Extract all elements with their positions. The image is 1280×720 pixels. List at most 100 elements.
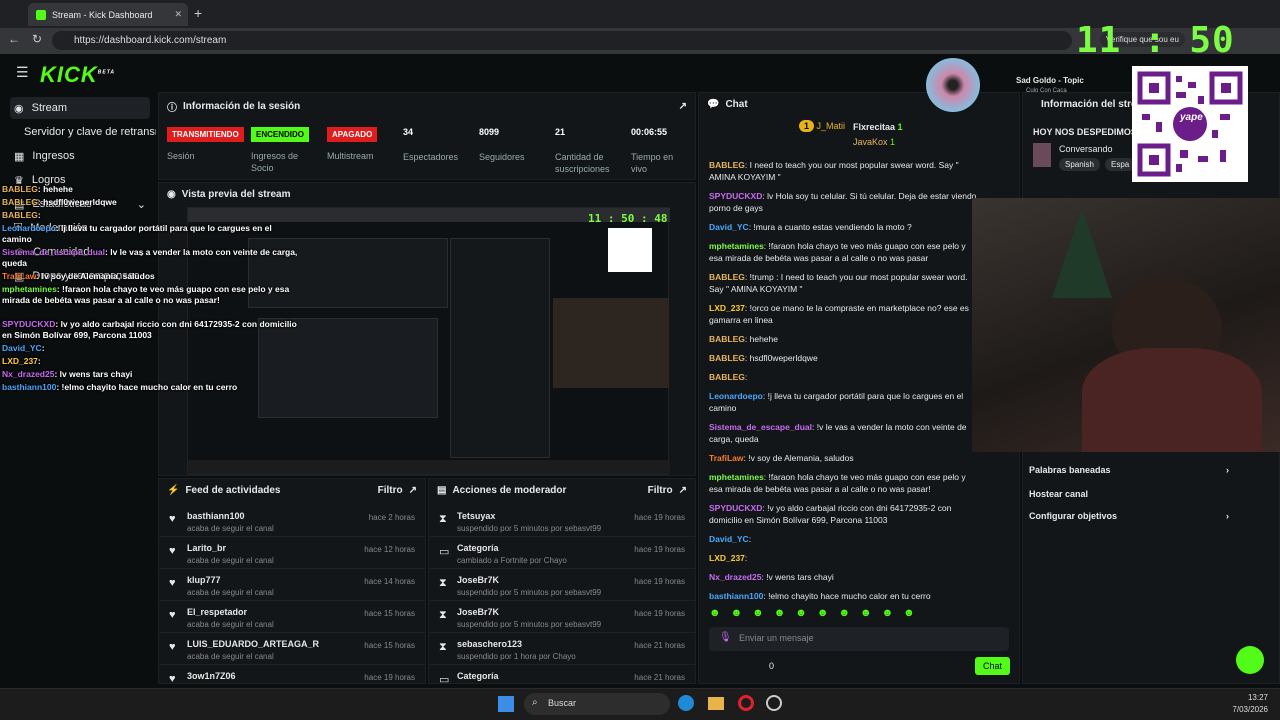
top-gifter-3: JavaKox 1 xyxy=(853,137,895,147)
sidebar-item-ingresos[interactable]: ▦ Ingresos xyxy=(10,145,150,167)
chat-username[interactable]: Sistema_de_escape_dual xyxy=(709,422,812,432)
close-tab-icon[interactable]: ✕ xyxy=(174,9,182,20)
heart-icon: ♥ xyxy=(169,545,176,557)
chat-text: !v soy de Alemania, saludos xyxy=(748,453,854,463)
menu-icon[interactable]: ☰ xyxy=(16,64,29,81)
chat-username[interactable]: LXD_237 xyxy=(709,303,745,313)
menu-host[interactable]: Hostear canal xyxy=(1029,489,1088,499)
uptime-value: 00:06:55 xyxy=(631,127,668,137)
chat-username[interactable]: BABLEG xyxy=(709,353,745,363)
mod-target[interactable]: Categoría xyxy=(457,671,499,681)
chat-input[interactable]: Enviar un mensaje xyxy=(709,627,1009,651)
feed-username[interactable]: El_respetador xyxy=(187,607,247,617)
mod-target[interactable]: Categoría xyxy=(457,543,499,553)
chat-message: LXD_237: !orco oe mano te la compraste e… xyxy=(709,302,979,326)
sidebar-item-server[interactable]: Servidor y clave de retransm xyxy=(10,121,156,143)
reload-icon[interactable]: ↻ xyxy=(32,32,42,46)
activity-feed-panel: ⚡ Feed de actividades Filtro ↗ ♥ basthiann10… xyxy=(158,478,426,684)
edge-icon[interactable] xyxy=(678,695,694,711)
feed-title: Feed de actividades xyxy=(185,485,281,496)
send-chat-button[interactable]: Chat xyxy=(975,657,1011,675)
chat-username[interactable]: mphetamines xyxy=(709,241,764,251)
feed-username[interactable]: LUIS_EDUARDO_ARTEAGA_R xyxy=(187,639,319,649)
chat-username[interactable]: BABLEG xyxy=(709,272,745,282)
menu-goals[interactable]: Configurar objetivos › xyxy=(1029,511,1229,521)
feed-username[interactable]: Larito_br xyxy=(187,543,226,553)
menu-banned-words[interactable]: Palabras baneadas › xyxy=(1029,465,1229,475)
taskbar-search[interactable]: Buscar xyxy=(524,693,670,715)
mod-filter-button[interactable]: Filtro xyxy=(648,485,673,496)
popout-icon[interactable]: ↗ xyxy=(409,485,417,496)
windows-start-icon[interactable] xyxy=(498,696,514,712)
chat-username[interactable]: mphetamines xyxy=(709,472,764,482)
chat-username[interactable]: SPYDUCKXD xyxy=(709,503,762,513)
help-button[interactable] xyxy=(1236,646,1264,674)
stat-label: Ingresos de Socio xyxy=(251,151,299,173)
browser-tab[interactable]: Stream - Kick Dashboard ✕ xyxy=(28,3,188,26)
chat-message: BABLEG: xyxy=(709,371,979,383)
mod-time: hace 19 horas xyxy=(634,545,685,554)
heart-icon: ♥ xyxy=(169,609,176,621)
chat-username[interactable]: Leonardoepo xyxy=(709,391,763,401)
feed-filter-button[interactable]: Filtro xyxy=(378,485,403,496)
chat-username[interactable]: basthiann100 xyxy=(709,591,763,601)
chat-username[interactable]: SPYDUCKXD xyxy=(709,191,762,201)
mod-action: suspendido por 5 minutos por sebasvt99 xyxy=(457,620,602,629)
feed-row: ♥ Larito_br acaba de seguir el canal hace 1… xyxy=(159,537,425,569)
popout-icon[interactable]: ↗ xyxy=(679,485,687,496)
chat-text: hehehe xyxy=(749,334,778,344)
overlay-username: Leonardoepo xyxy=(2,223,56,233)
opera-icon[interactable] xyxy=(738,695,754,711)
chat-username[interactable]: Nx_drazed25 xyxy=(709,572,761,582)
overlay-message: TrafiLaw: lv soy de Alemania, saludos xyxy=(2,271,302,282)
overlay-message: LXD_237: xyxy=(2,356,302,367)
top-gifter-2: Flxrecitaa 1 xyxy=(853,122,903,132)
chat-username[interactable]: TrafiLaw xyxy=(709,453,743,463)
address-bar[interactable]: https://dashboard.kick.com/stream xyxy=(52,31,1072,50)
folder-icon[interactable] xyxy=(708,697,724,710)
chat-count: 0 xyxy=(769,661,775,671)
chat-username[interactable]: BABLEG xyxy=(709,160,745,170)
feed-username[interactable]: 3ow1n7Z06 xyxy=(187,671,236,681)
chat-username[interactable]: BABLEG xyxy=(709,372,745,382)
feed-username[interactable]: basthiann100 xyxy=(187,511,245,521)
chat-username[interactable]: BABLEG xyxy=(709,334,745,344)
chat-username[interactable]: David_YC xyxy=(709,222,749,232)
feed-username[interactable]: klup777 xyxy=(187,575,221,585)
list-icon: ▤ xyxy=(437,485,447,496)
tag: Spanish xyxy=(1059,158,1100,171)
menu-label: Configurar objetivos xyxy=(1029,511,1118,521)
session-title: Información de la sesión xyxy=(183,101,301,112)
mod-target[interactable]: sebaschero123 xyxy=(457,639,522,649)
popout-icon[interactable]: ↗ xyxy=(679,101,687,112)
mod-row: ⧗ JoseBr7K suspendido por 5 minutos por se… xyxy=(429,569,695,601)
chat-username[interactable]: David_YC xyxy=(709,534,749,544)
category-thumbnail xyxy=(1033,143,1051,167)
back-icon[interactable]: ← xyxy=(8,32,20,46)
feed-row: ♥ LUIS_EDUARDO_ARTEAGA_R acaba de seguir e… xyxy=(159,633,425,665)
overlay-text: : lv wens tars chayi xyxy=(54,369,133,379)
chat-overlay: BABLEG: hehehe BABLEG: hsdfl0weperldqwe BA… xyxy=(2,184,302,414)
overlay-text: : xyxy=(37,210,41,220)
chat-icon: 💬 xyxy=(707,99,720,110)
webcam-overlay xyxy=(972,198,1280,452)
overlay-message: Sistema_de_escape_dual: lv le vas a vend… xyxy=(2,247,302,269)
feed-time: hace 15 horas xyxy=(364,641,415,650)
emote-bar[interactable]: ☻☻☻☻☻☻☻☻☻☻ xyxy=(709,607,1009,619)
mod-target[interactable]: Tetsuyax xyxy=(457,511,495,521)
app-icon[interactable] xyxy=(766,695,782,711)
mod-target[interactable]: JoseBr7K xyxy=(457,607,499,617)
chat-message: TrafiLaw: !v soy de Alemania, saludos xyxy=(709,452,979,464)
mod-target[interactable]: JoseBr7K xyxy=(457,575,499,585)
kick-logo[interactable]: KICKBETA xyxy=(40,62,115,88)
chat-separator: : xyxy=(744,372,748,382)
overlay-message: BABLEG: hehehe xyxy=(2,184,302,195)
mod-action: suspendido por 5 minutos por sebasvt99 xyxy=(457,588,602,597)
overlay-text: : hehehe xyxy=(37,184,73,194)
chat-username[interactable]: LXD_237 xyxy=(709,553,745,563)
session-header: ⓘ Información de la sesión ↗ xyxy=(159,93,695,120)
rank-badge: 1 xyxy=(799,120,815,132)
mic-icon[interactable]: 🎙 xyxy=(719,632,732,643)
new-tab-button[interactable]: + xyxy=(194,5,202,21)
sidebar-item-stream[interactable]: ◉ Stream xyxy=(10,97,150,119)
